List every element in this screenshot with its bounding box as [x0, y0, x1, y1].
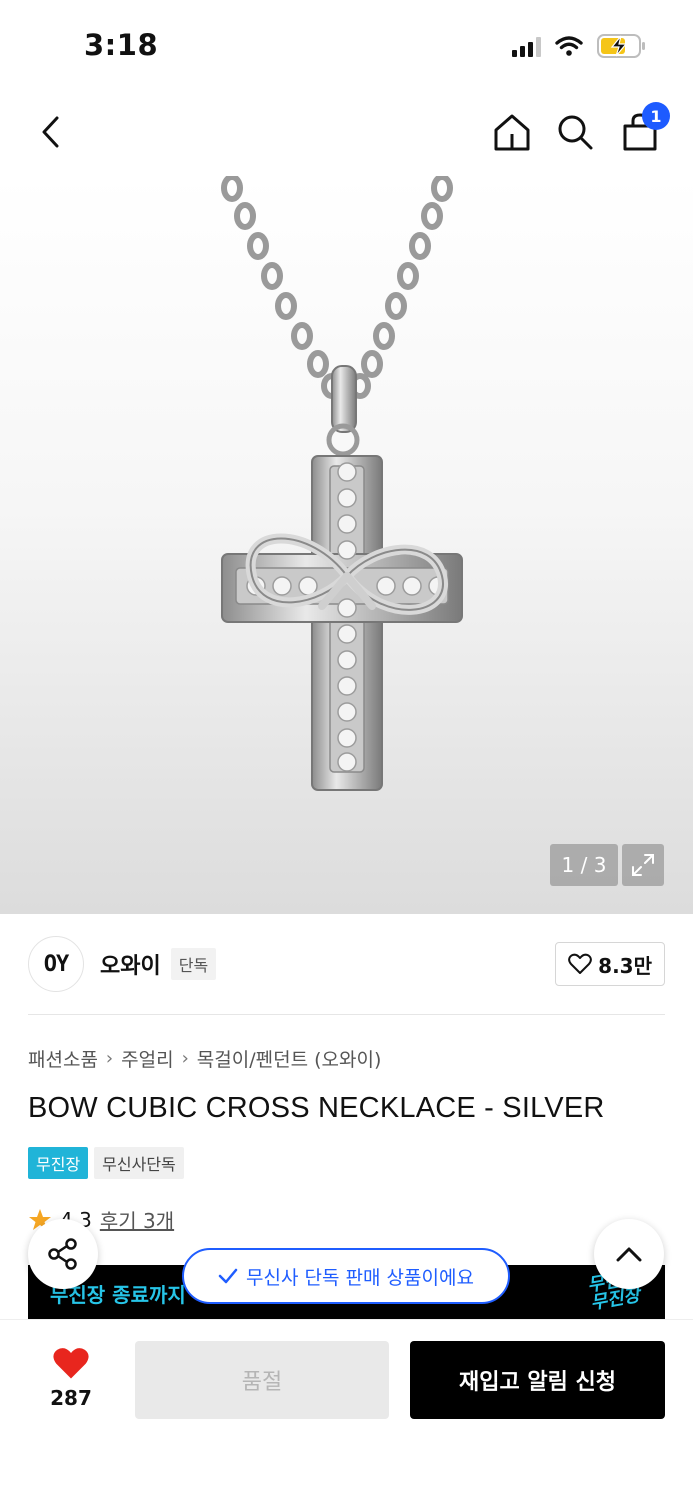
brand-like-button[interactable]: 8.3만: [555, 942, 665, 986]
breadcrumb-item[interactable]: 패션소품: [28, 1045, 98, 1072]
breadcrumb-item[interactable]: 목걸이/펜던트 (오와이): [197, 1045, 382, 1072]
soldout-button[interactable]: 품절: [135, 1341, 389, 1419]
wifi-icon: [555, 36, 583, 56]
heart-outline-icon: [568, 953, 593, 974]
breadcrumb: 패션소품 › 주얼리 › 목걸이/펜던트 (오와이): [28, 1045, 381, 1072]
home-icon: [494, 114, 530, 151]
review-count-link[interactable]: 후기 3개: [100, 1205, 174, 1234]
toast-text: 무신사 단독 판매 상품이에요: [246, 1266, 474, 1289]
brand-logo[interactable]: OY: [28, 936, 84, 992]
search-button[interactable]: [551, 108, 599, 156]
top-navigation: 1: [0, 90, 693, 176]
battery-charging-icon: [597, 34, 645, 58]
product-tags: 무진장 무신사단독: [28, 1147, 184, 1179]
cart-button[interactable]: 1: [616, 102, 670, 156]
scroll-to-top-button[interactable]: [594, 1219, 664, 1289]
status-icons: [512, 33, 647, 59]
expand-icon: [632, 854, 654, 876]
bottom-action-bar: 287 품절 재입고 알림 신청: [0, 1319, 693, 1500]
expand-image-button[interactable]: [622, 844, 664, 886]
product-title: BOW CUBIC CROSS NECKLACE - SILVER: [28, 1092, 605, 1124]
event-tag: 무진장: [28, 1147, 89, 1179]
share-icon: [48, 1238, 77, 1270]
wishlist-button[interactable]: 287: [40, 1346, 102, 1410]
exclusive-badge: 단독: [170, 948, 217, 980]
status-bar: 3:18: [0, 0, 693, 90]
chevron-left-icon: [42, 116, 59, 148]
back-button[interactable]: [26, 108, 74, 156]
search-icon: [558, 115, 593, 150]
heart-filled-icon: [53, 1348, 89, 1379]
product-image: [221, 176, 463, 791]
home-button[interactable]: [488, 108, 536, 156]
image-counter: 1 / 3: [550, 844, 618, 886]
brand-row: OY 오와이 단독 8.3만: [28, 935, 665, 993]
brand-name[interactable]: 오와이: [100, 948, 161, 980]
chevron-up-icon: [616, 1247, 642, 1262]
share-button[interactable]: [28, 1219, 98, 1289]
restock-alert-button[interactable]: 재입고 알림 신청: [410, 1341, 665, 1419]
cellular-signal-icon: [512, 35, 541, 57]
status-time: 3:18: [84, 28, 159, 62]
check-icon: [218, 1268, 238, 1284]
chevron-right-icon: ›: [105, 1048, 114, 1069]
cart-count-badge: 1: [642, 102, 670, 130]
product-image-gallery[interactable]: 1 / 3: [0, 176, 693, 914]
exclusive-sale-toast: 무신사 단독 판매 상품이에요: [182, 1248, 510, 1304]
exclusive-tag: 무신사단독: [94, 1147, 184, 1179]
brand-like-count: 8.3만: [598, 953, 652, 978]
divider: [28, 1014, 665, 1015]
chevron-right-icon: ›: [181, 1048, 189, 1069]
breadcrumb-item[interactable]: 주얼리: [121, 1045, 173, 1072]
wishlist-count: 287: [50, 1386, 92, 1410]
